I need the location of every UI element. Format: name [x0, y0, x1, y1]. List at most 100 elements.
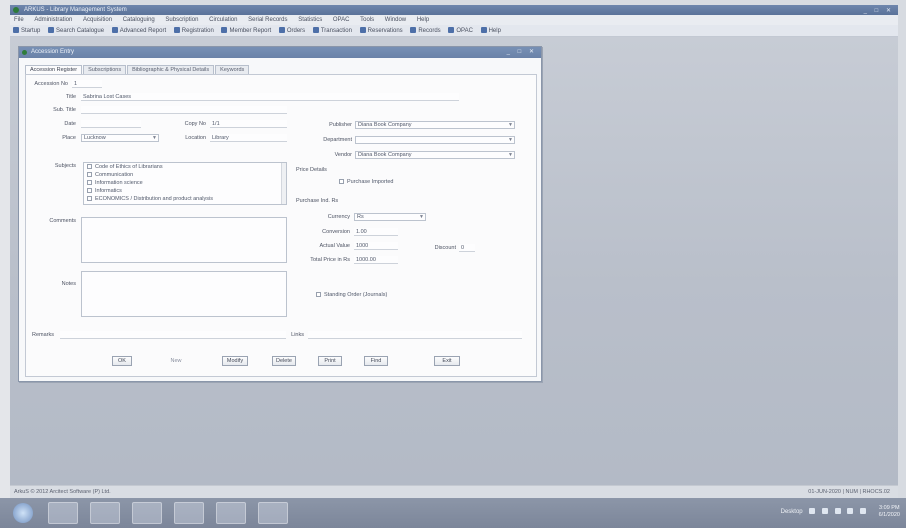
menu-file[interactable]: File — [14, 15, 24, 25]
tray-desktop-label[interactable]: Desktop — [781, 509, 803, 515]
toolbar-opac[interactable]: OPAC — [448, 25, 473, 36]
chevron-down-icon: ▼ — [508, 137, 513, 143]
taskbar-explorer-icon[interactable] — [90, 502, 120, 524]
battery-icon[interactable] — [847, 508, 854, 514]
copy-no-field[interactable]: 1/1 — [210, 120, 287, 128]
toolbar-member-report[interactable]: Member Report — [221, 25, 271, 36]
toolbar-orders[interactable]: Orders — [278, 25, 305, 36]
list-item[interactable]: Information science — [84, 179, 286, 187]
notes-field[interactable] — [81, 271, 287, 317]
comments-field[interactable] — [81, 217, 287, 263]
checkbox[interactable] — [87, 164, 92, 169]
menu-window[interactable]: Window — [385, 15, 406, 25]
app-logo-icon — [13, 7, 19, 13]
publisher-dropdown[interactable]: Diana Book Company ▼ — [355, 121, 515, 129]
language-icon[interactable] — [860, 508, 866, 514]
accession-no-field[interactable]: 1 — [72, 80, 102, 88]
taskbar-ie-icon[interactable] — [48, 502, 78, 524]
tab-subscriptions[interactable]: Subscriptions — [83, 65, 127, 74]
toolbar-records[interactable]: Records — [410, 25, 441, 36]
print-button[interactable]: Print — [318, 356, 342, 366]
toolbar-registration[interactable]: Registration — [173, 25, 214, 36]
status-bar: ArkuS © 2012 Arcitect Software (P) Ltd. … — [10, 485, 898, 498]
checkbox[interactable] — [87, 172, 92, 177]
menu-acquisition[interactable]: Acquisition — [83, 15, 112, 25]
date-field[interactable] — [81, 120, 141, 128]
toolbar-transaction[interactable]: Transaction — [312, 25, 352, 36]
menu-administration[interactable]: Administration — [34, 15, 72, 25]
tab-accession-register[interactable]: Accession Register — [25, 65, 83, 74]
accession-form-window: Accession Entry _ □ ✕ Accession Register… — [18, 46, 542, 382]
checkbox[interactable] — [87, 180, 92, 185]
toolbar-reservations[interactable]: Reservations — [359, 25, 403, 36]
start-button[interactable] — [13, 503, 33, 523]
form-body: Accession No 1 Title Sabrina Lost Cases … — [25, 74, 537, 377]
menu-circulation[interactable]: Circulation — [209, 15, 237, 25]
volume-icon[interactable] — [821, 508, 828, 514]
taskbar-folder-icon[interactable] — [132, 502, 162, 524]
subjects-list[interactable]: Code of Ethics of Librarians Communicati… — [83, 162, 287, 205]
menu-subscription[interactable]: Subscription — [165, 15, 198, 25]
remarks-field[interactable] — [60, 331, 286, 339]
toolbar-startup[interactable]: Startup — [13, 25, 40, 36]
delete-button[interactable]: Delete — [272, 356, 296, 366]
taskbar-app-icon[interactable] — [258, 502, 288, 524]
checkbox[interactable] — [87, 196, 92, 201]
department-dropdown[interactable]: ▼ — [355, 136, 515, 144]
checkbox-box[interactable] — [339, 179, 344, 184]
menu-opac[interactable]: OPAC — [333, 15, 350, 25]
tab-bibliographic-details[interactable]: Bibliographic & Physical Details — [127, 65, 215, 74]
total-price-field[interactable]: 1000.00 — [354, 256, 398, 264]
toolbar-help[interactable]: Help — [480, 25, 501, 36]
actual-value-field[interactable]: 1000 — [354, 242, 398, 250]
title-field[interactable]: Sabrina Lost Cases — [81, 93, 459, 101]
opac-icon — [448, 27, 455, 33]
checkbox-box[interactable] — [316, 292, 321, 297]
menu-tools[interactable]: Tools — [360, 15, 374, 25]
chevron-down-icon: ▼ — [419, 214, 424, 220]
sub-title-field[interactable] — [81, 106, 287, 114]
list-item[interactable]: Communication — [84, 171, 286, 179]
checkbox[interactable] — [87, 188, 92, 193]
location-field[interactable]: Library — [210, 134, 287, 142]
modify-button[interactable]: Modify — [222, 356, 248, 366]
transaction-icon — [312, 27, 319, 33]
toolbar-search-catalogue[interactable]: Search Catalogue — [48, 25, 104, 36]
toolbar-advanced-report[interactable]: Advanced Report — [111, 25, 166, 36]
menu-help[interactable]: Help — [417, 15, 429, 25]
menu-serial-records[interactable]: Serial Records — [248, 15, 287, 25]
taskbar-chrome-icon[interactable] — [174, 502, 204, 524]
report-icon — [111, 27, 118, 33]
discount-field[interactable]: 0 — [459, 244, 475, 252]
links-field[interactable] — [308, 331, 522, 339]
subject-text: Communication — [95, 172, 134, 178]
taskbar-clock[interactable]: 3:09 PM 6/1/2020 — [879, 505, 900, 519]
tab-keywords[interactable]: Keywords — [215, 65, 250, 74]
list-item[interactable]: Code of Ethics of Librarians — [84, 163, 286, 171]
list-item[interactable]: ECONOMICS / Distribution and product ana… — [84, 195, 286, 203]
discount-label: Discount — [434, 245, 456, 251]
catalogue-icon — [48, 27, 55, 33]
menu-statistics[interactable]: Statistics — [298, 15, 322, 25]
menu-cataloguing[interactable]: Cataloguing — [123, 15, 155, 25]
exit-button[interactable]: Exit — [434, 356, 460, 366]
currency-dropdown[interactable]: Rs ▼ — [354, 213, 426, 221]
find-button[interactable]: Find — [364, 356, 388, 366]
purchase-ind-label: Purchase Ind. Rs — [296, 198, 339, 204]
taskbar-media-icon[interactable] — [216, 502, 246, 524]
place-dropdown[interactable]: Lucknow ▼ — [81, 134, 159, 142]
accession-no-label: Accession No — [34, 81, 68, 87]
flag-icon[interactable] — [834, 508, 841, 514]
list-item[interactable]: Informatics — [84, 187, 286, 195]
ok-button[interactable]: OK — [112, 356, 132, 366]
conversion-field[interactable]: 1.00 — [354, 228, 398, 236]
network-icon[interactable] — [809, 508, 816, 514]
purchase-imported-checkbox[interactable]: Purchase Imported — [339, 179, 393, 185]
app-titlebar: ARKUS - Library Management System _ □ ✕ — [10, 5, 898, 15]
form-window-controls[interactable]: _ □ ✕ — [507, 47, 537, 58]
subjects-scrollbar[interactable] — [281, 163, 286, 204]
standing-order-checkbox[interactable]: Standing Order (Journals) — [316, 292, 387, 298]
vendor-dropdown[interactable]: Diana Book Company ▼ — [355, 151, 515, 159]
registration-icon — [173, 27, 180, 33]
new-button[interactable]: New — [166, 356, 186, 366]
